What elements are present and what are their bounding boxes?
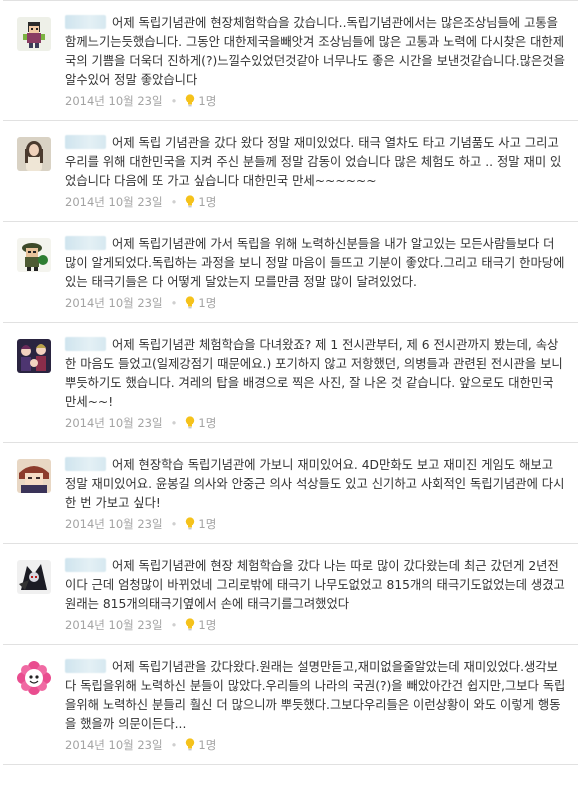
meta-separator: • — [170, 94, 178, 108]
meta-separator: • — [170, 195, 178, 209]
lightbulb-icon[interactable] — [185, 738, 195, 751]
comment-body: 어제 독립기념관에 현장체험학습을 갔습니다..독립기념관에서는 많은조상님들에… — [65, 14, 568, 90]
comment-body: 어제 독립기념관에 가서 독립을 위해 노력하신분들을 내가 알고있는 모든사람… — [65, 235, 568, 292]
author-name-blurred[interactable] — [65, 15, 106, 29]
comment-date: 2014년 10월 23일 — [65, 738, 163, 752]
comment-text: 어제 독립 기념관을 갔다 왔다 정말 재미있었다. 태극 열차도 타고 기념품… — [65, 136, 562, 188]
comment-date: 2014년 10월 23일 — [65, 296, 163, 310]
author-name-blurred[interactable] — [65, 659, 106, 673]
author-name-blurred[interactable] — [65, 457, 106, 471]
comment-date: 2014년 10월 23일 — [65, 416, 163, 430]
comment-item: 어제 독립기념관 체험학습을 다녀왔죠? 제 1 전시관부터, 제 6 전시관까… — [3, 323, 578, 443]
comment-meta: 2014년 10월 23일 • 1명 — [65, 516, 568, 532]
meta-separator: • — [170, 296, 178, 310]
comment-item: 어제 독립기념관에 현장체험학습을 갔습니다..독립기념관에서는 많은조상님들에… — [3, 0, 578, 121]
comment-item: 어제 독립기념관에 현장 체험학습을 갔다 나는 따로 많이 갔다왔는데 최근 … — [3, 544, 578, 645]
lightbulb-icon[interactable] — [185, 296, 195, 309]
comment-body: 어제 독립 기념관을 갔다 왔다 정말 재미있었다. 태극 열차도 타고 기념품… — [65, 134, 568, 191]
author-name-blurred[interactable] — [65, 558, 106, 572]
pixel-character-avatar[interactable] — [17, 17, 51, 51]
anime-character-avatar[interactable] — [17, 459, 51, 493]
pink-flower-avatar[interactable] — [17, 661, 51, 695]
comment-meta: 2014년 10월 23일 • 1명 — [65, 617, 568, 633]
comment-item: 어제 독립기념관을 갔다왔다.원래는 설명만듣고,재미없을줄알았는데 재미있었다… — [3, 645, 578, 765]
comment-text: 어제 현장학습 독립기념관에 가보니 재미있어요. 4D만화도 보고 재미진 게… — [65, 458, 565, 510]
comment-date: 2014년 10월 23일 — [65, 94, 163, 108]
comment-date: 2014년 10월 23일 — [65, 195, 163, 209]
soldier-character-avatar[interactable] — [17, 238, 51, 272]
anime-group-avatar[interactable] — [17, 339, 51, 373]
comment-text: 어제 독립기념관을 갔다왔다.원래는 설명만듣고,재미없을줄알았는데 재미있었다… — [65, 660, 566, 731]
comment-item: 어제 현장학습 독립기념관에 가보니 재미있어요. 4D만화도 보고 재미진 게… — [3, 443, 578, 544]
girl-photo-avatar[interactable] — [17, 137, 51, 171]
like-count[interactable]: 1명 — [198, 416, 216, 430]
like-count[interactable]: 1명 — [198, 738, 216, 752]
comment-meta: 2014년 10월 23일 • 1명 — [65, 194, 568, 210]
comment-item: 어제 독립 기념관을 갔다 왔다 정말 재미있었다. 태극 열차도 타고 기념품… — [3, 121, 578, 222]
meta-separator: • — [170, 517, 178, 531]
like-count[interactable]: 1명 — [198, 296, 216, 310]
comment-meta: 2014년 10월 23일 • 1명 — [65, 295, 568, 311]
comment-meta: 2014년 10월 23일 • 1명 — [65, 93, 568, 109]
like-count[interactable]: 1명 — [198, 618, 216, 632]
comment-body: 어제 독립기념관을 갔다왔다.원래는 설명만듣고,재미없을줄알았는데 재미있었다… — [65, 658, 568, 734]
author-name-blurred[interactable] — [65, 337, 106, 351]
comment-text: 어제 독립기념관에 가서 독립을 위해 노력하신분들을 내가 알고있는 모든사람… — [65, 237, 565, 289]
meta-separator: • — [170, 618, 178, 632]
comment-meta: 2014년 10월 23일 • 1명 — [65, 737, 568, 753]
meta-separator: • — [170, 416, 178, 430]
like-count[interactable]: 1명 — [198, 195, 216, 209]
lightbulb-icon[interactable] — [185, 416, 195, 429]
author-name-blurred[interactable] — [65, 236, 106, 250]
author-name-blurred[interactable] — [65, 135, 106, 149]
lightbulb-icon[interactable] — [185, 517, 195, 530]
comment-text: 어제 독립기념관에 현장체험학습을 갔습니다..독립기념관에서는 많은조상님들에… — [65, 16, 565, 87]
lightbulb-icon[interactable] — [185, 195, 195, 208]
like-count[interactable]: 1명 — [198, 94, 216, 108]
comment-meta: 2014년 10월 23일 • 1명 — [65, 415, 568, 431]
comment-body: 어제 독립기념관에 현장 체험학습을 갔다 나는 따로 많이 갔다왔는데 최근 … — [65, 557, 568, 614]
dark-character-avatar[interactable] — [17, 560, 51, 594]
comment-list: 어제 독립기념관에 현장체험학습을 갔습니다..독립기념관에서는 많은조상님들에… — [3, 0, 578, 765]
comment-date: 2014년 10월 23일 — [65, 618, 163, 632]
lightbulb-icon[interactable] — [185, 618, 195, 631]
comment-text: 어제 독립기념관에 현장 체험학습을 갔다 나는 따로 많이 갔다왔는데 최근 … — [65, 559, 565, 611]
comment-body: 어제 현장학습 독립기념관에 가보니 재미있어요. 4D만화도 보고 재미진 게… — [65, 456, 568, 513]
comment-text: 어제 독립기념관 체험학습을 다녀왔죠? 제 1 전시관부터, 제 6 전시관까… — [65, 338, 563, 409]
lightbulb-icon[interactable] — [185, 94, 195, 107]
meta-separator: • — [170, 738, 178, 752]
comment-item: 어제 독립기념관에 가서 독립을 위해 노력하신분들을 내가 알고있는 모든사람… — [3, 222, 578, 323]
comment-date: 2014년 10월 23일 — [65, 517, 163, 531]
comment-body: 어제 독립기념관 체험학습을 다녀왔죠? 제 1 전시관부터, 제 6 전시관까… — [65, 336, 568, 412]
like-count[interactable]: 1명 — [198, 517, 216, 531]
